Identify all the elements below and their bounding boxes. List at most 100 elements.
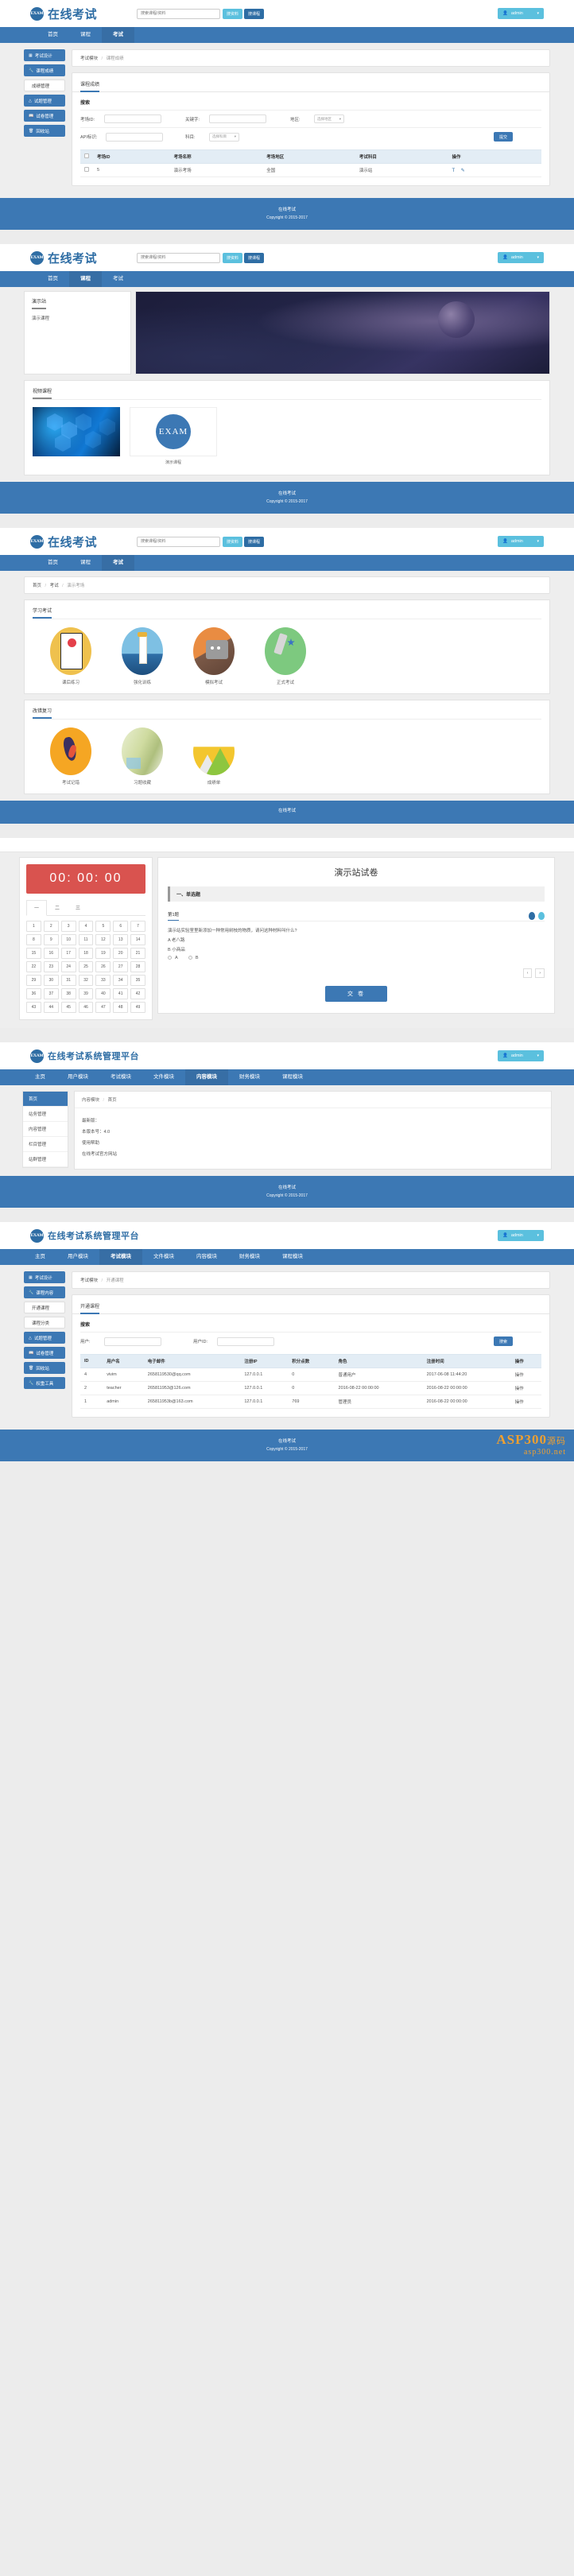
breadcrumb-item-module[interactable]: 考试模块 — [80, 1278, 98, 1283]
question-number-cell[interactable]: 36 — [26, 988, 41, 999]
category-score-report[interactable]: 成绩单 — [187, 727, 241, 786]
question-number-cell[interactable]: 37 — [43, 988, 59, 999]
sidebar-item-course-content[interactable]: 🔧 课程内容 — [24, 1286, 65, 1298]
question-number-cell[interactable]: 29 — [26, 975, 41, 986]
prev-question-button[interactable]: ‹ — [522, 968, 533, 978]
question-number-cell[interactable]: 1 — [26, 921, 41, 932]
question-number-cell[interactable]: 34 — [113, 975, 129, 986]
sidebar-item-question-manage[interactable]: △ 试题管理 — [24, 1332, 65, 1344]
question-number-cell[interactable]: 10 — [60, 934, 76, 945]
sidebar-item-score-manage[interactable]: 成绩管理 — [24, 80, 65, 91]
api-input[interactable] — [106, 132, 163, 142]
bookmark-icon[interactable] — [538, 912, 545, 920]
question-number-cell[interactable]: 27 — [113, 961, 129, 972]
question-number-cell[interactable]: 4 — [78, 921, 94, 932]
nav-item-home[interactable]: 首页 — [30, 27, 69, 43]
breadcrumb-item-exam[interactable]: 考试 — [50, 584, 59, 588]
user-menu[interactable]: 👤 admin ▾ — [498, 1230, 544, 1241]
question-number-cell[interactable]: 12 — [95, 934, 111, 945]
brand[interactable]: EXAM 在线考试 — [30, 533, 97, 550]
question-number-cell[interactable]: 46 — [78, 1002, 94, 1013]
category-after-class-practice[interactable]: 课后练习 — [44, 627, 98, 685]
nav-item-content-module[interactable]: 内容模块 — [185, 1249, 228, 1265]
breadcrumb-item-home[interactable]: 首页 — [33, 584, 41, 588]
search-resource-button[interactable]: 搜资料 — [223, 8, 243, 19]
question-number-cell[interactable]: 30 — [43, 975, 59, 986]
tab-group-2[interactable]: 二 — [47, 900, 68, 915]
question-number-cell[interactable]: 14 — [130, 934, 145, 945]
question-number-cell[interactable]: 48 — [113, 1002, 129, 1013]
sidebar-item-recycle-bin[interactable]: 🗑 回收站 — [24, 1362, 65, 1374]
cell-op[interactable]: 操作 — [510, 1381, 541, 1395]
nav-item-file-module[interactable]: 文件模块 — [142, 1249, 185, 1265]
question-number-cell[interactable]: 8 — [26, 934, 41, 945]
question-number-cell[interactable]: 33 — [95, 975, 111, 986]
subject-select[interactable]: 选择科目 ▾ — [209, 132, 239, 142]
search-course-button[interactable]: 搜课程 — [244, 8, 265, 19]
nav-item-user-module[interactable]: 用户模块 — [56, 1069, 99, 1085]
question-number-cell[interactable]: 49 — [130, 1002, 145, 1013]
user-menu[interactable]: 👤 admin ▾ — [498, 252, 544, 263]
nav-item-home[interactable]: 首页 — [30, 555, 69, 571]
tab-group-3[interactable]: 三 — [68, 900, 88, 915]
user-menu[interactable]: 👤 admin ▾ — [498, 8, 544, 19]
nav-item-course-module[interactable]: 课程模块 — [271, 1249, 314, 1265]
tab-course-score[interactable]: 课程成绩 — [80, 80, 100, 92]
option-a[interactable]: A 老八路 — [168, 935, 545, 945]
question-number-cell[interactable]: 20 — [113, 948, 129, 959]
question-number-cell[interactable]: 45 — [60, 1002, 76, 1013]
video-item[interactable] — [33, 407, 120, 465]
edit-icon[interactable]: ✎ — [461, 169, 465, 173]
sidebar-item-exam-design[interactable]: ▦ 考试设计 — [24, 49, 65, 61]
question-number-cell[interactable]: 17 — [60, 948, 76, 959]
sidebar-item-weight-tools[interactable]: 🔧 权重工具 — [24, 1377, 65, 1389]
search-course-button[interactable]: 搜课程 — [244, 252, 265, 263]
category-mock-exam[interactable]: 模拟考试 — [187, 627, 241, 685]
question-number-cell[interactable]: 38 — [60, 988, 76, 999]
brand[interactable]: EXAM 在线考试 — [30, 250, 97, 266]
question-number-cell[interactable]: 47 — [95, 1002, 111, 1013]
question-number-cell[interactable]: 39 — [78, 988, 94, 999]
sidebar-item-site-manage[interactable]: 站务管理 — [23, 1107, 68, 1122]
brand[interactable]: EXAM 在线考试系统管理平台 — [30, 1228, 139, 1243]
question-number-cell[interactable]: 13 — [113, 934, 129, 945]
question-number-cell[interactable]: 43 — [26, 1002, 41, 1013]
search-input[interactable] — [137, 252, 221, 263]
nav-item-exam[interactable]: 考试 — [102, 271, 134, 287]
sidebar-item-recycle-bin[interactable]: 🗑 回收站 — [24, 125, 65, 137]
link-usage-help[interactable]: 使用帮助 — [82, 1137, 544, 1148]
search-input[interactable] — [137, 536, 221, 547]
question-number-cell[interactable]: 19 — [95, 948, 111, 959]
question-number-cell[interactable]: 35 — [130, 975, 145, 986]
question-number-cell[interactable]: 24 — [60, 961, 76, 972]
sidebar-item-exam-design[interactable]: ▦ 考试设计 — [24, 1271, 65, 1283]
question-number-cell[interactable]: 42 — [130, 988, 145, 999]
question-number-cell[interactable]: 2 — [43, 921, 59, 932]
question-number-cell[interactable]: 9 — [43, 934, 59, 945]
category-favorites[interactable]: 习题收藏 — [115, 727, 169, 786]
sidebar-item-course-category[interactable]: 课程分类 — [24, 1317, 65, 1329]
question-number-cell[interactable]: 22 — [26, 961, 41, 972]
user-input[interactable] — [104, 1336, 161, 1346]
sidebar-item-course-score[interactable]: 🔧 课程成绩 — [24, 64, 65, 76]
nav-item-course[interactable]: 课程 — [69, 27, 102, 43]
nav-item-file-module[interactable]: 文件模块 — [142, 1069, 185, 1085]
brand[interactable]: EXAM 在线考试 — [30, 6, 97, 22]
submit-button[interactable]: 提交 — [493, 132, 513, 142]
sidebar-item-paper-manage[interactable]: 📖 试卷管理 — [24, 1347, 65, 1359]
question-number-cell[interactable]: 41 — [113, 988, 129, 999]
question-number-cell[interactable]: 5 — [95, 921, 111, 932]
category-formal-exam[interactable]: 正式考试 — [258, 627, 312, 685]
question-number-cell[interactable]: 6 — [113, 921, 129, 932]
question-number-cell[interactable]: 32 — [78, 975, 94, 986]
select-all-checkbox[interactable] — [84, 153, 89, 158]
question-number-cell[interactable]: 31 — [60, 975, 76, 986]
question-number-cell[interactable]: 25 — [78, 961, 94, 972]
cell-op[interactable]: 操作 — [510, 1368, 541, 1382]
brand[interactable]: EXAM 在线考试系统管理平台 — [30, 1049, 139, 1063]
nav-item-home[interactable]: 首页 — [30, 271, 69, 287]
nav-item-course-module[interactable]: 课程模块 — [271, 1069, 314, 1085]
region-select[interactable]: 选择地区 ▾ — [314, 114, 344, 123]
search-resource-button[interactable]: 搜资料 — [223, 536, 243, 547]
sidebar-item-home[interactable]: 首页 — [23, 1092, 68, 1107]
